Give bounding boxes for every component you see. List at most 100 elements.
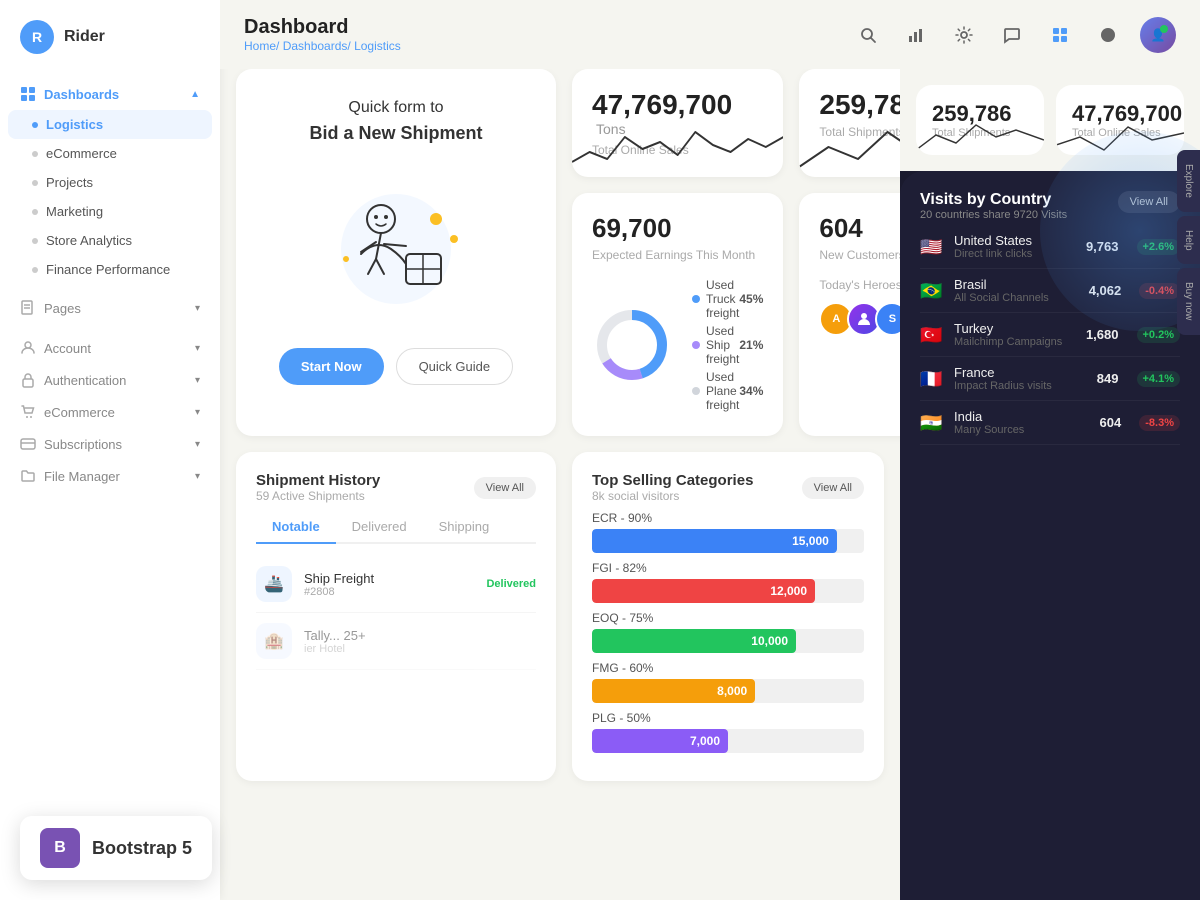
account-section: Account ▾ Authentication ▾ eCommerce ▾ S… xyxy=(0,328,220,496)
tab-notable[interactable]: Notable xyxy=(256,511,336,544)
search-icon[interactable] xyxy=(852,19,884,51)
tab-delivered[interactable]: Delivered xyxy=(336,511,423,544)
hotel-icon: 🏨 xyxy=(256,623,292,659)
in-info: India Many Sources xyxy=(954,409,1090,436)
grid-icon[interactable] xyxy=(1044,19,1076,51)
us-change: +2.6% xyxy=(1137,239,1181,255)
dashboard-icon xyxy=(20,86,36,102)
sidebar-item-ecommerce[interactable]: eCommerce xyxy=(0,139,220,168)
total-shipments-value: 259,786 xyxy=(819,89,900,120)
ecommerce-item[interactable]: eCommerce ▾ xyxy=(0,396,220,428)
subscriptions-icon xyxy=(20,436,36,452)
explore-tab[interactable]: Explore xyxy=(1177,150,1200,212)
sidebar-item-projects[interactable]: Projects xyxy=(0,168,220,197)
account-item[interactable]: Account ▾ xyxy=(0,332,220,364)
dashboards-section: Dashboards ▲ Logistics eCommerce Project… xyxy=(0,74,220,288)
dashboard-main: Quick form to Bid a New Shipment xyxy=(220,69,900,900)
top-row: Quick form to Bid a New Shipment xyxy=(236,69,884,436)
quick-guide-button[interactable]: Quick Guide xyxy=(396,348,514,385)
us-info: United States Direct link clicks xyxy=(954,233,1076,260)
sidebar-logo: R Rider xyxy=(0,20,220,74)
legend-truck: Used Truck freight 45% xyxy=(692,278,763,320)
promo-heading1: Quick form to xyxy=(348,99,443,117)
heroes-section: Today's Heroes A S P xyxy=(819,278,900,336)
customers-card: 604 New Customers This Month Today's Her… xyxy=(799,193,900,436)
content-area: Quick form to Bid a New Shipment xyxy=(220,69,1200,900)
settings-icon[interactable] xyxy=(948,19,980,51)
tr-flag: 🇹🇷 xyxy=(920,326,944,344)
shipment-item-1: 🚢 Ship Freight #2808 Delivered xyxy=(256,556,536,613)
shipment-tabs: Notable Delivered Shipping xyxy=(256,511,536,544)
chevron-down-icon-6: ▾ xyxy=(195,471,200,482)
categories-subtitle: 8k social visitors xyxy=(592,489,753,503)
countries-section: Visits by Country 20 countries share 972… xyxy=(920,191,1180,445)
countries-view-all[interactable]: View All xyxy=(1118,191,1180,213)
active-dot xyxy=(32,122,38,128)
bootstrap-watermark: B Bootstrap 5 xyxy=(20,816,212,880)
dashboards-group[interactable]: Dashboards ▲ xyxy=(0,78,220,110)
total-sales-value: 47,769,700 xyxy=(592,89,732,120)
chevron-down-icon-3: ▾ xyxy=(195,375,200,386)
theme-icon[interactable] xyxy=(1092,19,1124,51)
shipment-name: Ship Freight xyxy=(304,571,474,586)
right-panel: 259,786 Total Shipments 47,769,700 Total… xyxy=(900,69,1200,900)
sales-sparkline xyxy=(572,117,783,177)
promo-card: Quick form to Bid a New Shipment xyxy=(236,69,556,436)
categories-header: Top Selling Categories 8k social visitor… xyxy=(592,472,864,503)
start-now-button[interactable]: Start Now xyxy=(279,348,384,385)
category-plg: PLG - 50% 7,000 xyxy=(592,711,864,753)
categories-view-all[interactable]: View All xyxy=(802,477,864,499)
help-tab[interactable]: Help xyxy=(1177,216,1200,265)
in-change: -8.3% xyxy=(1139,415,1180,431)
auth-item[interactable]: Authentication ▾ xyxy=(0,364,220,396)
account-icon xyxy=(20,340,36,356)
analytics-icon[interactable] xyxy=(900,19,932,51)
pages-item[interactable]: Pages ▾ xyxy=(0,292,220,324)
shipment-id: #2808 xyxy=(304,586,474,598)
shipment-title: Shipment History xyxy=(256,472,380,489)
br-info: Brasil All Social Channels xyxy=(954,277,1079,304)
buynow-tab[interactable]: Buy now xyxy=(1177,268,1200,334)
avatar[interactable]: 👤 xyxy=(1140,17,1176,53)
country-fr: 🇫🇷 France Impact Radius visits 849 +4.1% xyxy=(920,357,1180,401)
freight-section: Used Truck freight 45% Used Ship freight… xyxy=(592,274,763,416)
countries-title: Visits by Country xyxy=(920,191,1067,209)
country-us: 🇺🇸 United States Direct link clicks 9,76… xyxy=(920,225,1180,269)
shipment-header: Shipment History 59 Active Shipments Vie… xyxy=(256,472,536,503)
ecr-bar: 15,000 xyxy=(592,529,837,553)
right-shipments-card: 259,786 Total Shipments xyxy=(916,85,1044,155)
shipment-item-2: 🏨 Tally... 25+ ier Hotel xyxy=(256,613,536,670)
tab-shipping[interactable]: Shipping xyxy=(423,511,506,544)
bottom-row: Shipment History 59 Active Shipments Vie… xyxy=(236,452,884,781)
auth-icon xyxy=(20,372,36,388)
country-in: 🇮🇳 India Many Sources 604 -8.3% xyxy=(920,401,1180,445)
chevron-down-icon-2: ▾ xyxy=(195,343,200,354)
pages-section: Pages ▾ xyxy=(0,288,220,328)
sidebar-item-marketing[interactable]: Marketing xyxy=(0,197,220,226)
customers-value: 604 xyxy=(819,213,862,243)
promo-buttons: Start Now Quick Guide xyxy=(279,348,513,385)
category-fgi: FGI - 82% 12,000 xyxy=(592,561,864,603)
earnings-label: Expected Earnings This Month xyxy=(592,248,763,262)
categories-list: ECR - 90% 15,000 FGI - 82% xyxy=(592,511,864,753)
freight-legend: Used Truck freight 45% Used Ship freight… xyxy=(692,274,763,416)
heroes-avatars: A S P +2 xyxy=(819,302,900,336)
shipment-view-all[interactable]: View All xyxy=(474,477,536,499)
sidebar-item-logistics[interactable]: Logistics xyxy=(8,110,212,139)
chevron-down-icon-4: ▾ xyxy=(195,407,200,418)
sidebar-item-finance[interactable]: Finance Performance xyxy=(0,255,220,284)
categories-title: Top Selling Categories xyxy=(592,472,753,489)
right-stats-section: 259,786 Total Shipments 47,769,700 Total… xyxy=(900,69,1200,171)
header-right: 👤 xyxy=(852,17,1176,53)
fr-flag: 🇫🇷 xyxy=(920,370,944,388)
main-area: Dashboard Home/ Dashboards/ Logistics xyxy=(220,0,1200,900)
subscriptions-item[interactable]: Subscriptions ▾ xyxy=(0,428,220,460)
breadcrumb: Home/ Dashboards/ Logistics xyxy=(244,39,401,53)
sidebar-item-store-analytics[interactable]: Store Analytics xyxy=(0,226,220,255)
header-left: Dashboard Home/ Dashboards/ Logistics xyxy=(244,16,401,53)
bootstrap-text: Bootstrap 5 xyxy=(92,838,192,859)
pages-icon xyxy=(20,300,36,316)
chat-icon[interactable] xyxy=(996,19,1028,51)
eoq-bar: 10,000 xyxy=(592,629,796,653)
filemanager-item[interactable]: File Manager ▾ xyxy=(0,460,220,492)
